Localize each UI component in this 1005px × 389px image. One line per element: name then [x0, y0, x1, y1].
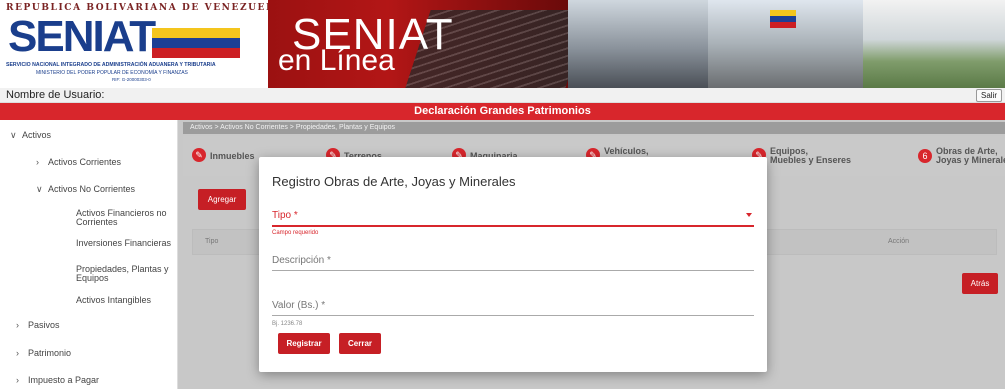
chevron-right-icon: › — [36, 157, 39, 167]
dialog-title: Registro Obras de Arte, Joyas y Minerale… — [272, 174, 516, 189]
step-inmuebles[interactable]: Inmuebles — [210, 152, 255, 161]
banner-photo-building-1 — [568, 0, 708, 88]
venezuela-flag-icon — [152, 28, 240, 58]
user-bar: Nombre de Usuario: Salir — [0, 88, 1005, 103]
step-equipos-line-2: Muebles y Enseres — [770, 155, 852, 165]
valor-field[interactable]: Valor (Bs.) * — [272, 300, 754, 316]
chevron-right-icon: › — [16, 320, 19, 330]
flag-icon — [770, 10, 796, 28]
header-banner: REPUBLICA BOLIVARIANA DE VENEZUELA SENIA… — [0, 0, 1005, 88]
sidebar-item-propiedades[interactable]: Propiedades, Plantas y Equipos — [76, 265, 171, 283]
tipo-label: Tipo * — [272, 210, 298, 221]
breadcrumb: Activos > Activos No Corrientes > Propie… — [190, 124, 396, 131]
page-title: Declaración Grandes Patrimonios — [0, 103, 1005, 120]
sidebar-item-activos[interactable]: ∨ Activos — [10, 130, 51, 141]
step-obras-de-arte[interactable]: Obras de Arte, Joyas y Minerales — [936, 147, 1005, 165]
register-button[interactable]: Registrar — [278, 333, 330, 354]
sidebar-item-activos-financieros[interactable]: Activos Financieros no Corrientes — [76, 209, 168, 227]
chevron-down-icon: ∨ — [36, 184, 43, 194]
sidebar-item-activos-no-corrientes[interactable]: ∨ Activos No Corrientes — [36, 184, 135, 195]
chevron-down-icon: ∨ — [10, 130, 17, 140]
user-name-label: Nombre de Usuario: — [6, 89, 105, 101]
dropdown-arrow-icon — [746, 213, 752, 217]
sidebar-item-pasivos[interactable]: › Pasivos — [16, 320, 60, 330]
logout-button[interactable]: Salir — [975, 89, 1002, 102]
step-obras-line-2: Joyas y Minerales — [936, 155, 1005, 165]
banner-photo-building-3 — [863, 0, 1005, 88]
logo-subtitle-3: RIF: G-20000303-0 — [112, 77, 151, 82]
valor-hint-text: Bj. 1236.78 — [272, 321, 303, 327]
descripcion-field[interactable]: Descripción * — [272, 255, 754, 271]
column-header-accion: Acción — [888, 238, 910, 245]
step-equipos[interactable]: Equipos, Muebles y Enseres — [770, 147, 851, 165]
logo-subtitle-1: SERVICIO NACIONAL INTEGRADO DE ADMINISTR… — [6, 62, 216, 68]
back-button[interactable]: Atrás — [962, 273, 998, 294]
sidebar: ∨ Activos › Activos Corrientes ∨ Activos No… — [0, 120, 178, 389]
close-button[interactable]: Cerrar — [339, 333, 381, 354]
tipo-error-text: Campo requerido — [272, 230, 319, 236]
valor-label: Valor (Bs.) * — [272, 300, 326, 311]
edit-icon: ✎ — [192, 148, 206, 162]
sidebar-item-inversiones-financieras[interactable]: Inversiones Financieras — [76, 238, 171, 248]
sidebar-item-activos-intangibles[interactable]: Activos Intangibles — [76, 295, 151, 305]
online-title-2: en Línea — [278, 44, 395, 77]
sidebar-item-patrimonio[interactable]: › Patrimonio — [16, 348, 71, 358]
sidebar-item-activos-corrientes[interactable]: › Activos Corrientes — [36, 157, 121, 167]
chevron-right-icon: › — [16, 375, 19, 385]
descripcion-label: Descripción * — [272, 255, 331, 266]
add-button[interactable]: Agregar — [198, 189, 246, 210]
sidebar-item-impuesto-a-pagar[interactable]: › Impuesto a Pagar — [16, 375, 99, 385]
register-dialog: Registro Obras de Arte, Joyas y Minerale… — [259, 157, 767, 372]
step-number-badge: 6 — [918, 149, 932, 163]
chevron-right-icon: › — [16, 348, 19, 358]
step-vehiculos[interactable]: Vehículos, — [604, 147, 649, 156]
tipo-select[interactable]: Tipo * — [272, 210, 754, 227]
logo-subtitle-2: MINISTERIO DEL PODER POPULAR DE ECONOMÍA… — [36, 70, 188, 76]
seniat-logo: REPUBLICA BOLIVARIANA DE VENEZUELA SENIA… — [0, 0, 281, 88]
logo-wordmark: SENIAT — [8, 12, 156, 61]
banner-photo-building-2 — [708, 0, 863, 88]
column-header-tipo: Tipo — [205, 238, 219, 245]
